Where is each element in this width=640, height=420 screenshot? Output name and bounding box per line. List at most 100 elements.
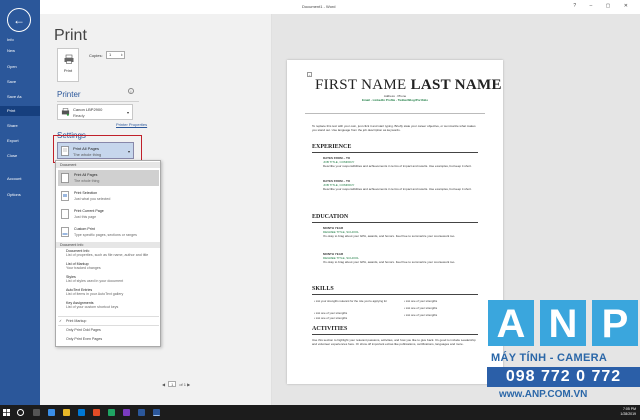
watermark-letter: A bbox=[488, 300, 534, 346]
taskbar-clock[interactable]: 7:05 PM 1/28/2019 bbox=[606, 405, 636, 416]
next-page-icon[interactable]: ▶ bbox=[187, 382, 190, 387]
sidebar-item-print[interactable]: Print bbox=[0, 106, 40, 116]
sidebar-item-open[interactable]: Open bbox=[0, 62, 40, 72]
divider bbox=[312, 152, 478, 153]
option-document-info[interactable]: Document Info List of properties, such as… bbox=[66, 249, 148, 257]
selection-icon bbox=[61, 191, 69, 201]
word-active-icon[interactable] bbox=[153, 409, 160, 416]
option-list-of-markup[interactable]: List of Markup Your tracked changes bbox=[66, 262, 101, 270]
preview-page: + FIRST NAME LAST NAME Address · Phone E… bbox=[287, 60, 503, 384]
window-title: Document1 - Word bbox=[302, 4, 336, 9]
resume-name: FIRST NAME LAST NAME bbox=[315, 77, 502, 94]
option-sub: List of properties, such as file name, a… bbox=[66, 253, 149, 257]
clock-time: 7:05 PM bbox=[622, 407, 636, 411]
sidebar-item-save-as[interactable]: Save As bbox=[0, 92, 40, 102]
sidebar-item-save[interactable]: Save bbox=[0, 77, 40, 87]
option-label: Print Markup bbox=[66, 319, 87, 323]
sidebar-item-new[interactable]: New bbox=[0, 46, 40, 56]
printer-properties-link[interactable]: Printer Properties bbox=[116, 122, 147, 127]
option-even-pages[interactable]: Only Print Even Pages bbox=[66, 337, 102, 341]
activities-text: Use this section to highlight your relev… bbox=[312, 338, 476, 346]
spin-icon[interactable]: ⇕ bbox=[120, 52, 123, 58]
option-title: Print Selection bbox=[74, 191, 98, 195]
current-page-icon bbox=[61, 209, 69, 219]
option-print-markup[interactable]: ✓ Print Markup bbox=[59, 319, 87, 323]
prev-page-icon[interactable]: ◀ bbox=[162, 382, 165, 387]
skill-item: • List one of your strengths bbox=[314, 316, 348, 320]
chevron-down-icon: ▾ bbox=[126, 110, 129, 115]
divider bbox=[312, 294, 478, 295]
back-arrow-icon[interactable]: ← bbox=[7, 8, 31, 32]
info-icon[interactable]: i bbox=[128, 88, 134, 94]
printer-name: Canon LBP2900 bbox=[73, 107, 103, 112]
word-icon[interactable] bbox=[138, 409, 145, 416]
option-custom-print[interactable]: Custom Print Type specific pages, sectio… bbox=[58, 224, 159, 240]
option-sub: Your tracked changes bbox=[66, 266, 101, 270]
layout-icon: + bbox=[307, 72, 312, 77]
printer-status: Ready bbox=[73, 113, 85, 118]
exp-desc: Describe your responsibilities and achie… bbox=[323, 164, 472, 168]
sidebar-item-export[interactable]: Export bbox=[0, 136, 40, 146]
education-heading: EDUCATION bbox=[312, 214, 349, 220]
skill-text: List one of your strengths bbox=[405, 299, 438, 303]
app-icon[interactable] bbox=[123, 409, 130, 416]
store-icon[interactable] bbox=[78, 409, 85, 416]
sidebar-item-account[interactable]: Account bbox=[0, 174, 40, 184]
watermark-letter: P bbox=[592, 300, 638, 346]
option-odd-pages[interactable]: Only Print Odd Pages bbox=[66, 328, 101, 332]
sidebar-item-info[interactable]: Info bbox=[0, 35, 40, 45]
sidebar-item-share[interactable]: Share bbox=[0, 121, 40, 131]
print-button[interactable]: Print bbox=[57, 48, 79, 82]
page-count: of 1 bbox=[179, 382, 186, 387]
app-icon[interactable] bbox=[108, 409, 115, 416]
pages-icon bbox=[61, 173, 69, 183]
resume-last-name: LAST NAME bbox=[410, 77, 502, 93]
edu-desc: It's okay to brag about your GPA, awards… bbox=[323, 260, 456, 264]
resume-intro: To replace this text with your own, just… bbox=[312, 124, 476, 132]
option-sub: List of styles used in your document bbox=[66, 279, 124, 283]
window-controls[interactable]: ? – ▢ ✕ bbox=[573, 3, 634, 9]
watermark-url: www.ANP.COM.VN bbox=[499, 389, 588, 400]
resume-first-name: FIRST NAME bbox=[315, 77, 407, 93]
copies-label: Copies: bbox=[89, 53, 103, 58]
skill-item: • List your strengths relevant for the r… bbox=[314, 299, 388, 303]
checkmark-icon: ✓ bbox=[59, 319, 63, 323]
task-view-icon[interactable] bbox=[33, 409, 40, 416]
watermark-letter: N bbox=[540, 300, 586, 346]
exp-desc: Describe your responsibilities and achie… bbox=[323, 187, 472, 191]
option-sub: Just this page bbox=[74, 215, 97, 219]
watermark-phone: 098 772 0 772 bbox=[487, 367, 640, 387]
printer-heading: Printer bbox=[57, 90, 81, 99]
dropdown-section-document: Document bbox=[56, 162, 160, 168]
edu-desc: It's okay to brag about your GPA, awards… bbox=[323, 234, 456, 238]
option-key-assignments[interactable]: Key Assignments List of your custom short… bbox=[66, 301, 118, 309]
page-number-input[interactable]: 1 bbox=[168, 381, 177, 387]
file-explorer-icon[interactable] bbox=[63, 409, 70, 416]
edge-icon[interactable] bbox=[48, 409, 55, 416]
taskbar bbox=[0, 405, 640, 420]
page-navigator: ◀ 1 of 1 ▶ bbox=[162, 381, 190, 387]
option-styles[interactable]: Styles List of styles used in your docume… bbox=[66, 275, 123, 283]
option-sub: List of items in your AutoText gallery bbox=[66, 292, 124, 296]
divider bbox=[305, 113, 485, 114]
copies-input[interactable]: 1 ⇕ bbox=[106, 51, 125, 59]
search-icon[interactable] bbox=[17, 409, 24, 416]
skill-item: • List one of your strengths bbox=[314, 311, 348, 315]
skill-text: List one of your strengths bbox=[315, 311, 348, 315]
divider bbox=[312, 222, 478, 223]
skill-item: • List one of your strengths bbox=[404, 306, 438, 310]
sidebar-item-close[interactable]: Close bbox=[0, 151, 40, 161]
option-autotext-entries[interactable]: AutoText Entries List of items in your Au… bbox=[66, 288, 123, 296]
printer-select[interactable]: Canon LBP2900 Ready ▾ bbox=[57, 104, 133, 120]
sidebar-item-options[interactable]: Options bbox=[0, 190, 40, 200]
windows-start-icon[interactable] bbox=[3, 409, 10, 416]
skill-text: List one of your strengths bbox=[405, 306, 438, 310]
option-print-current-page[interactable]: Print Current Page Just this page bbox=[58, 206, 159, 222]
option-print-all-pages[interactable]: Print All Pages The whole thing bbox=[58, 170, 159, 186]
option-print-selection[interactable]: Print Selection Just what you selected bbox=[58, 188, 159, 204]
option-sub: List of your custom shortcut keys bbox=[66, 305, 119, 309]
app-icon[interactable] bbox=[93, 409, 100, 416]
print-button-label: Print bbox=[63, 68, 73, 73]
experience-heading: EXPERIENCE bbox=[312, 144, 352, 150]
backstage-sidebar: ← Info New Open Save Save As Print Share… bbox=[0, 0, 40, 405]
